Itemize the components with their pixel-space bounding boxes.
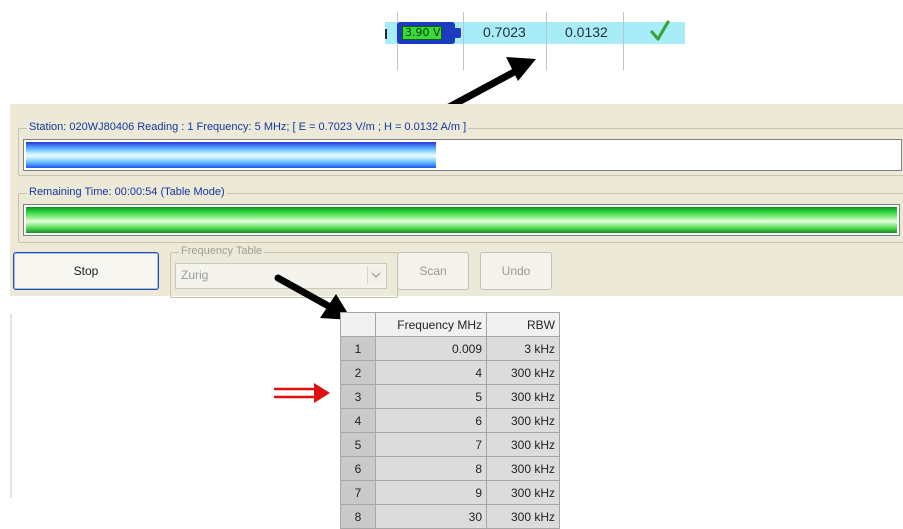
column-divider [546, 12, 547, 70]
row-frequency[interactable]: 30 [375, 504, 487, 529]
row-rbw[interactable]: 3 kHz [486, 336, 560, 361]
row-rbw[interactable]: 300 kHz [486, 480, 560, 505]
battery-icon: 3.90 V [397, 22, 461, 44]
row-index: 2 [340, 360, 376, 385]
left-divider [10, 314, 12, 498]
scan-button[interactable]: Scan [397, 252, 469, 290]
row-index: 1 [340, 336, 376, 361]
row-frequency[interactable]: 8 [375, 456, 487, 481]
undo-button[interactable]: Undo [480, 252, 552, 290]
remaining-progress-bar [23, 204, 900, 236]
frequency-table: Frequency MHz RBW 1 0.009 3 kHz 2 4 300 … [340, 312, 564, 529]
row-frequency[interactable]: 4 [375, 360, 487, 385]
header-rbw: RBW [486, 312, 560, 337]
row-marker [385, 29, 387, 39]
check-icon [650, 20, 670, 41]
row-frequency[interactable]: 6 [375, 408, 487, 433]
row-index: 5 [340, 432, 376, 457]
station-progress-fill [26, 142, 436, 168]
row-rbw[interactable]: 300 kHz [486, 504, 560, 529]
column-divider [623, 12, 624, 70]
station-group: Station: 020WJ80406 Reading : 1 Frequenc… [18, 121, 903, 176]
remaining-group: Remaining Time: 00:00:54 (Table Mode) [18, 186, 903, 243]
table-row[interactable]: 1 0.009 3 kHz [340, 336, 560, 361]
table-row[interactable]: 5 7 300 kHz [340, 432, 560, 457]
table-row[interactable]: 6 8 300 kHz [340, 456, 560, 481]
table-row[interactable]: 8 30 300 kHz [340, 504, 560, 529]
stop-button[interactable]: Stop [13, 252, 159, 290]
row-rbw[interactable]: 300 kHz [486, 432, 560, 457]
column-divider [463, 12, 464, 70]
table-row[interactable]: 4 6 300 kHz [340, 408, 560, 433]
row-index: 3 [340, 384, 376, 409]
station-status-label: Station: 020WJ80406 Reading : 1 Frequenc… [27, 121, 469, 133]
row-index: 4 [340, 408, 376, 433]
scan-progress-panel: Station: 020WJ80406 Reading : 1 Frequenc… [10, 104, 903, 298]
frequency-table-value: Zurig [181, 268, 209, 282]
chevron-down-icon[interactable] [367, 266, 384, 284]
measurement-row: 3.90 V 0.7023 0.0132 [385, 12, 685, 70]
table-row[interactable]: 2 4 300 kHz [340, 360, 560, 385]
row-index: 6 [340, 456, 376, 481]
row-frequency[interactable]: 9 [375, 480, 487, 505]
station-progress-bar [23, 139, 902, 171]
row-frequency[interactable]: 0.009 [375, 336, 487, 361]
battery-voltage-label: 3.90 V [405, 26, 441, 39]
frequency-table-label: Frequency Table [179, 245, 265, 257]
row-rbw[interactable]: 300 kHz [486, 360, 560, 385]
row-index: 7 [340, 480, 376, 505]
row-rbw[interactable]: 300 kHz [486, 456, 560, 481]
header-index [340, 312, 376, 337]
battery-tip [455, 28, 461, 38]
table-header-row: Frequency MHz RBW [340, 312, 560, 337]
highlight-arrow-icon [274, 383, 330, 403]
row-frequency[interactable]: 7 [375, 432, 487, 457]
row-rbw[interactable]: 300 kHz [486, 384, 560, 409]
remaining-time-label: Remaining Time: 00:00:54 (Table Mode) [27, 186, 227, 198]
row-rbw[interactable]: 300 kHz [486, 408, 560, 433]
header-frequency: Frequency MHz [375, 312, 487, 337]
frequency-grid: Frequency MHz RBW 1 0.009 3 kHz 2 4 300 … [340, 312, 560, 529]
frequency-table-group: Frequency Table Zurig [170, 245, 398, 298]
remaining-progress-fill [26, 207, 897, 233]
frequency-table-select[interactable]: Zurig [175, 263, 387, 289]
row-index: 8 [340, 504, 376, 529]
row-frequency[interactable]: 5 [375, 384, 487, 409]
table-row[interactable]: 3 5 300 kHz [340, 384, 560, 409]
e-field-value: 0.7023 [483, 24, 526, 40]
h-field-value: 0.0132 [565, 24, 608, 40]
table-row[interactable]: 7 9 300 kHz [340, 480, 560, 505]
